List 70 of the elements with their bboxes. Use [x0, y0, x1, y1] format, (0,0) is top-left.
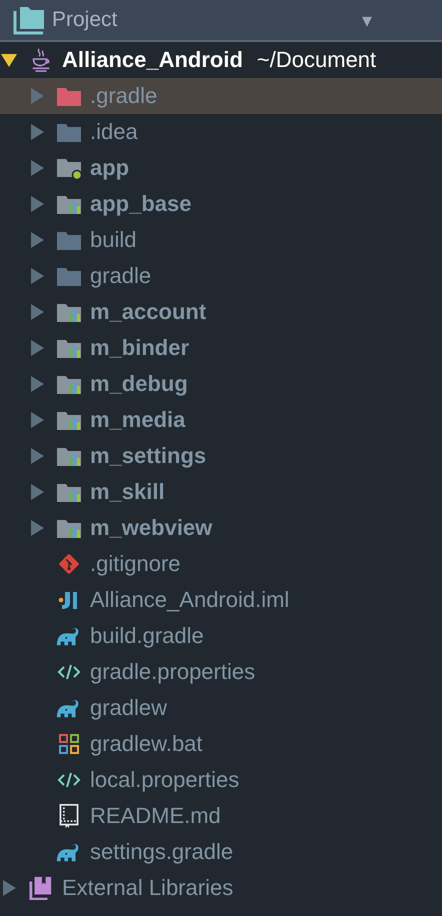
- tree-row[interactable]: app_base: [0, 186, 442, 222]
- item-name: Alliance_Android: [62, 47, 243, 73]
- grid-icon: [56, 732, 82, 756]
- item-name: gradlew.bat: [90, 731, 203, 757]
- tree-row[interactable]: local.properties: [0, 762, 442, 798]
- tree-row[interactable]: m_binder: [0, 330, 442, 366]
- tree-row[interactable]: gradlew: [0, 690, 442, 726]
- item-name: .idea: [90, 119, 138, 145]
- library-icon: [28, 876, 54, 900]
- item-name: gradle.properties: [90, 659, 256, 685]
- tree-row[interactable]: .gitignore: [0, 546, 442, 582]
- collapsed-arrow-icon[interactable]: [28, 267, 46, 285]
- panel-title: Project: [52, 8, 118, 32]
- expanded-arrow-icon[interactable]: [0, 51, 18, 69]
- collapsed-arrow-icon[interactable]: [28, 87, 46, 105]
- project-path: ~/Document: [256, 47, 376, 73]
- item-name: gradlew: [90, 695, 168, 721]
- item-name: m_account: [90, 299, 206, 325]
- collapsed-arrow-icon[interactable]: [28, 375, 46, 393]
- item-name: m_webview: [90, 515, 212, 541]
- collapsed-arrow-icon[interactable]: [0, 879, 18, 897]
- tree-row[interactable]: m_settings: [0, 438, 442, 474]
- tree-row[interactable]: gradle.properties: [0, 654, 442, 690]
- tree-row[interactable]: m_debug: [0, 366, 442, 402]
- tree-row[interactable]: app: [0, 150, 442, 186]
- item-name: README.md: [90, 803, 221, 829]
- tree-row[interactable]: build: [0, 222, 442, 258]
- tree-row[interactable]: m_skill: [0, 474, 442, 510]
- tree-row[interactable]: gradle: [0, 258, 442, 294]
- collapsed-arrow-icon[interactable]: [28, 159, 46, 177]
- item-name: app: [90, 155, 130, 181]
- tree-row[interactable]: .gradle: [0, 78, 442, 114]
- collapsed-arrow-icon[interactable]: [28, 303, 46, 321]
- module-folder-icon: [56, 156, 82, 180]
- item-name: m_skill: [90, 479, 165, 505]
- item-name: build.gradle: [90, 623, 204, 649]
- folder-icon: [12, 5, 46, 35]
- collapsed-arrow-icon[interactable]: [28, 447, 46, 465]
- item-name: settings.gradle: [90, 839, 234, 865]
- item-name: .gradle: [90, 83, 158, 109]
- item-name: m_settings: [90, 443, 206, 469]
- item-name: gradle: [90, 263, 152, 289]
- collapsed-arrow-icon[interactable]: [28, 123, 46, 141]
- tree-row[interactable]: m_media: [0, 402, 442, 438]
- collapsed-arrow-icon[interactable]: [28, 339, 46, 357]
- tree-row[interactable]: m_webview: [0, 510, 442, 546]
- item-name: app_base: [90, 191, 192, 217]
- item-name: local.properties: [90, 767, 240, 793]
- collapsed-arrow-icon[interactable]: [28, 195, 46, 213]
- tree-row[interactable]: settings.gradle: [0, 834, 442, 870]
- collapsed-arrow-icon[interactable]: [28, 483, 46, 501]
- collapsed-arrow-icon[interactable]: [28, 411, 46, 429]
- item-name: External Libraries: [62, 875, 234, 901]
- item-name: m_media: [90, 407, 186, 433]
- item-name: Alliance_Android.iml: [90, 587, 290, 613]
- tree-row[interactable]: Alliance_Android ~/Document: [0, 42, 442, 78]
- dropdown-button[interactable]: ▾: [362, 8, 372, 32]
- item-name: .gitignore: [90, 551, 181, 577]
- tree-row[interactable]: gradlew.bat: [0, 726, 442, 762]
- tree-row[interactable]: External Libraries: [0, 870, 442, 906]
- item-name: build: [90, 227, 136, 253]
- tree-row[interactable]: Alliance_Android.iml: [0, 582, 442, 618]
- collapsed-arrow-icon[interactable]: [28, 519, 46, 537]
- tree-row[interactable]: m_account: [0, 294, 442, 330]
- tree-row[interactable]: build.gradle: [0, 618, 442, 654]
- tree-row[interactable]: README.md: [0, 798, 442, 834]
- tree-row[interactable]: .idea: [0, 114, 442, 150]
- item-name: m_binder: [90, 335, 190, 361]
- collapsed-arrow-icon[interactable]: [28, 231, 46, 249]
- item-name: m_debug: [90, 371, 188, 397]
